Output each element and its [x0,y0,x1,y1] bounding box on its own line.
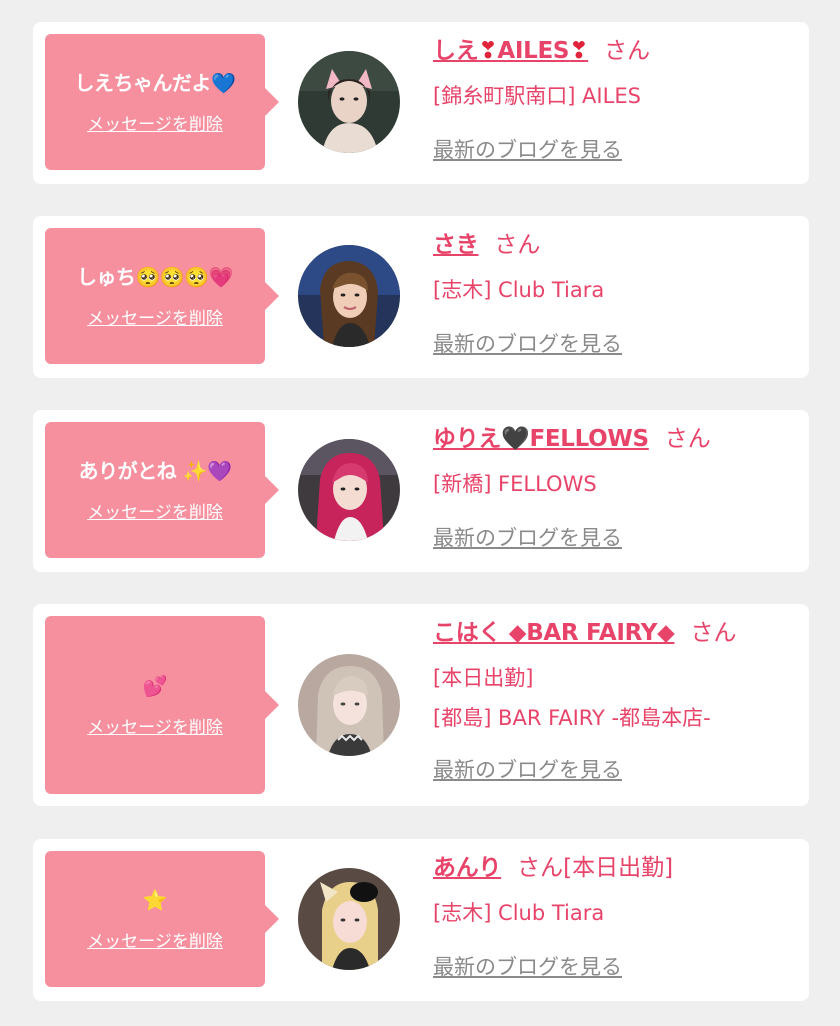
message-card: しゅち🥺🥺🥺💗 メッセージを削除 さき さん [志木] Club Tiara 最新… [33,216,809,378]
honorific: さん [690,620,737,646]
cast-name-link[interactable]: こはく ◆BAR FAIRY◆ [433,620,675,646]
cast-name-link[interactable]: さき [433,232,479,258]
cast-info: さき さん [志木] Club Tiara 最新のブログを見る [433,230,799,358]
message-bubble: ありがとね ✨💜 メッセージを削除 [45,422,279,558]
cast-name-line: さき さん [433,230,799,260]
honorific: さん [604,38,651,64]
honorific: さん [664,426,711,452]
cast-name-link[interactable]: あんり [433,855,501,881]
delete-message-link[interactable]: メッセージを削除 [87,713,223,738]
latest-blog-link[interactable]: 最新のブログを見る [433,330,622,358]
message-text: ⭐ [142,887,168,912]
message-card: 💕 メッセージを削除 こはく ◆BAR FAIRY◆ さん [本日出勤] [都島]… [33,604,809,806]
avatar[interactable] [298,245,400,347]
message-card: しえちゃんだよ💙 メッセージを削除 しえ❣AILES❣ さん [錦糸町駅南口] A… [33,22,809,184]
message-bubble: しゅち🥺🥺🥺💗 メッセージを削除 [45,228,279,364]
message-card: ⭐ メッセージを削除 あんり さん[本日出勤] [志木] Club Tiara 最… [33,839,809,1001]
avatar[interactable] [298,868,400,970]
cast-name-line: しえ❣AILES❣ さん [433,36,799,66]
avatar[interactable] [298,51,400,153]
cast-name-link[interactable]: しえ❣AILES❣ [433,38,588,64]
cast-name-line: ゆりえ🖤FELLOWS さん [433,424,799,454]
cast-info: しえ❣AILES❣ さん [錦糸町駅南口] AILES 最新のブログを見る [433,36,799,164]
honorific: さん [517,855,564,881]
message-text: ありがとね ✨💜 [78,458,232,483]
delete-message-link[interactable]: メッセージを削除 [87,927,223,952]
message-text: 💕 [142,673,168,698]
delete-message-link[interactable]: メッセージを削除 [87,498,223,523]
latest-blog-link[interactable]: 最新のブログを見る [433,524,622,552]
cast-info: あんり さん[本日出勤] [志木] Club Tiara 最新のブログを見る [433,853,799,981]
shop-line: [都島] BAR FAIRY -都島本店- [433,706,711,730]
avatar[interactable] [298,654,400,756]
shop-line: [新橋] FELLOWS [433,472,597,496]
shop-status-line: [本日出勤] [433,666,534,690]
cast-name-line: あんり さん[本日出勤] [433,853,799,883]
cast-info: ゆりえ🖤FELLOWS さん [新橋] FELLOWS 最新のブログを見る [433,424,799,552]
cast-name-link[interactable]: ゆりえ🖤FELLOWS [433,426,649,452]
shop-line: [錦糸町駅南口] AILES [433,84,641,108]
honorific: さん [494,232,541,258]
delete-message-link[interactable]: メッセージを削除 [87,304,223,329]
cast-info: こはく ◆BAR FAIRY◆ さん [本日出勤] [都島] BAR FAIRY … [433,618,799,784]
shop-status: [本日出勤] [563,855,674,881]
message-card: ありがとね ✨💜 メッセージを削除 ゆりえ🖤FELLOWS さん [新橋] FEL… [33,410,809,572]
latest-blog-link[interactable]: 最新のブログを見る [433,136,622,164]
message-text: しゅち🥺🥺🥺💗 [76,264,234,289]
shop-line: [志木] Club Tiara [433,278,605,302]
message-text: しえちゃんだよ💙 [74,70,236,95]
delete-message-link[interactable]: メッセージを削除 [87,110,223,135]
message-bubble: しえちゃんだよ💙 メッセージを削除 [45,34,279,170]
latest-blog-link[interactable]: 最新のブログを見る [433,953,622,981]
message-bubble: ⭐ メッセージを削除 [45,851,279,987]
latest-blog-link[interactable]: 最新のブログを見る [433,756,622,784]
cast-name-line: こはく ◆BAR FAIRY◆ さん [433,618,799,648]
shop-line: [志木] Club Tiara [433,901,605,925]
avatar[interactable] [298,439,400,541]
message-bubble: 💕 メッセージを削除 [45,616,279,794]
